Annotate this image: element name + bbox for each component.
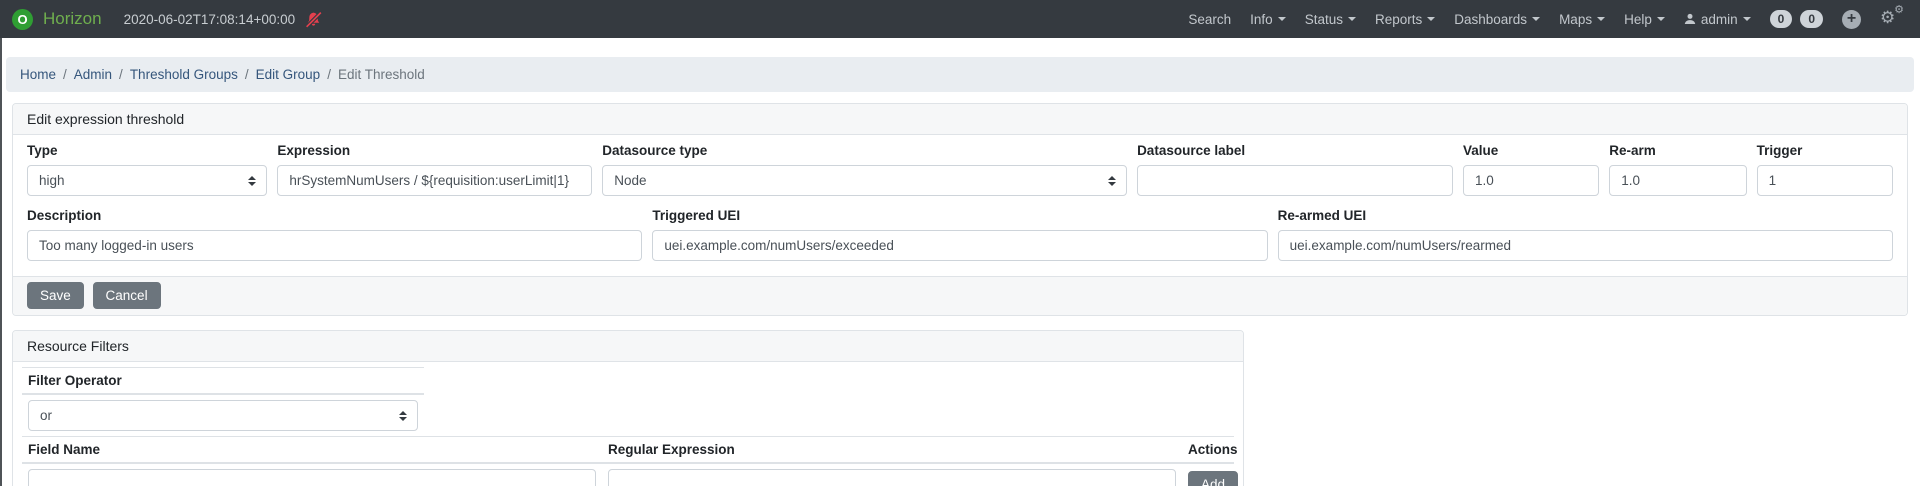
resource-filters-card-title: Resource Filters — [13, 331, 1243, 362]
datasource-type-select-value: Node — [614, 173, 646, 188]
navbar-menu: Search Info Status Reports Dashboards Ma… — [1188, 8, 1904, 30]
trigger-input[interactable] — [1757, 165, 1893, 196]
chevron-down-icon — [1597, 17, 1605, 21]
type-label: Type — [27, 143, 267, 158]
nav-info-menu[interactable]: Info — [1250, 12, 1286, 27]
resource-filters-table: Field Name Regular Expression Actions Ad… — [22, 436, 1234, 486]
chevron-down-icon — [1657, 17, 1665, 21]
breadcrumb: Home/Admin/Threshold Groups/Edit Group/E… — [6, 57, 1914, 92]
value-input[interactable] — [1463, 165, 1599, 196]
outage-count-badge[interactable]: 0 — [1800, 10, 1823, 28]
regular-expression-header: Regular Expression — [602, 437, 1182, 464]
edit-threshold-form: Type high Expression Datasource type Nod… — [13, 135, 1907, 276]
select-arrows-icon — [248, 176, 256, 186]
field-name-header: Field Name — [22, 437, 602, 464]
new-filter-row: Add — [22, 463, 1234, 486]
admin-gears-icon[interactable] — [1880, 8, 1904, 30]
filter-operator-label: Filter Operator — [22, 368, 424, 395]
value-label: Value — [1463, 143, 1599, 158]
edit-threshold-card-title: Edit expression threshold — [13, 104, 1907, 135]
nav-user-menu[interactable]: admin — [1684, 12, 1751, 27]
chevron-down-icon — [1743, 17, 1751, 21]
opennms-logo-icon[interactable] — [12, 9, 33, 30]
chevron-down-icon — [1532, 17, 1540, 21]
type-select-value: high — [39, 173, 65, 188]
breadcrumb-separator: / — [56, 67, 74, 82]
breadcrumb-separator: / — [320, 67, 338, 82]
threshold-uei-row: Description Triggered UEI Re-armed UEI — [27, 208, 1893, 261]
notices-off-bell-icon[interactable] — [305, 11, 322, 28]
breadcrumb-home[interactable]: Home — [20, 67, 56, 82]
edit-threshold-actions: Save Cancel — [13, 276, 1907, 315]
chevron-down-icon — [1278, 17, 1286, 21]
rearm-label: Re-arm — [1609, 143, 1746, 158]
rearmed-uei-input[interactable] — [1278, 230, 1893, 261]
select-arrows-icon — [399, 411, 407, 421]
navbar-left: Horizon 2020-06-02T17:08:14+00:00 — [12, 9, 322, 30]
chevron-down-icon — [1427, 17, 1435, 21]
actions-header: Actions — [1182, 437, 1234, 464]
description-input[interactable] — [27, 230, 642, 261]
datasource-label-label: Datasource label — [1137, 143, 1453, 158]
trigger-label: Trigger — [1757, 143, 1893, 158]
nav-search[interactable]: Search — [1188, 12, 1231, 27]
breadcrumb-separator: / — [238, 67, 256, 82]
filter-operator-select[interactable]: or — [28, 400, 418, 431]
datasource-type-select[interactable]: Node — [602, 165, 1127, 196]
notice-count-badge[interactable]: 0 — [1770, 10, 1793, 28]
datasource-type-label: Datasource type — [602, 143, 1127, 158]
breadcrumb-edit-group[interactable]: Edit Group — [256, 67, 321, 82]
filter-operator-select-value: or — [40, 408, 52, 423]
breadcrumb-separator: / — [112, 67, 130, 82]
edit-threshold-card: Edit expression threshold Type high Expr… — [12, 103, 1908, 316]
threshold-fields-row: Type high Expression Datasource type Nod… — [27, 143, 1893, 196]
resource-filters-card: Resource Filters Filter Operator or Fiel… — [12, 330, 1244, 486]
nav-help-menu[interactable]: Help — [1624, 12, 1665, 27]
brand-link[interactable]: Horizon — [43, 9, 102, 29]
nav-dashboards-menu[interactable]: Dashboards — [1454, 12, 1540, 27]
expression-input[interactable] — [277, 165, 592, 196]
filter-operator-table: Filter Operator or — [22, 367, 424, 436]
cancel-button[interactable]: Cancel — [93, 282, 161, 309]
nav-maps-menu[interactable]: Maps — [1559, 12, 1605, 27]
breadcrumb-threshold-groups[interactable]: Threshold Groups — [130, 67, 238, 82]
description-label: Description — [27, 208, 642, 223]
regular-expression-input[interactable] — [608, 469, 1176, 486]
datasource-label-input[interactable] — [1137, 165, 1453, 196]
triggered-uei-input[interactable] — [652, 230, 1267, 261]
breadcrumb-current: Edit Threshold — [338, 67, 425, 82]
expression-label: Expression — [277, 143, 592, 158]
resource-filters-body: Filter Operator or Field Name Regular Ex… — [13, 362, 1243, 486]
field-name-input[interactable] — [28, 469, 596, 486]
server-timestamp: 2020-06-02T17:08:14+00:00 — [124, 12, 296, 27]
save-button[interactable]: Save — [27, 282, 84, 309]
select-arrows-icon — [1108, 176, 1116, 186]
add-filter-button[interactable]: Add — [1188, 471, 1238, 486]
window-edge — [0, 38, 2, 486]
nav-reports-menu[interactable]: Reports — [1375, 12, 1435, 27]
top-navbar: Horizon 2020-06-02T17:08:14+00:00 Search… — [0, 0, 1920, 38]
breadcrumb-admin[interactable]: Admin — [74, 67, 112, 82]
quick-add-icon[interactable] — [1842, 10, 1861, 29]
type-select[interactable]: high — [27, 165, 267, 196]
nav-status-menu[interactable]: Status — [1305, 12, 1356, 27]
rearmed-uei-label: Re-armed UEI — [1278, 208, 1893, 223]
chevron-down-icon — [1348, 17, 1356, 21]
rearm-input[interactable] — [1609, 165, 1746, 196]
user-icon — [1684, 13, 1696, 25]
triggered-uei-label: Triggered UEI — [652, 208, 1267, 223]
